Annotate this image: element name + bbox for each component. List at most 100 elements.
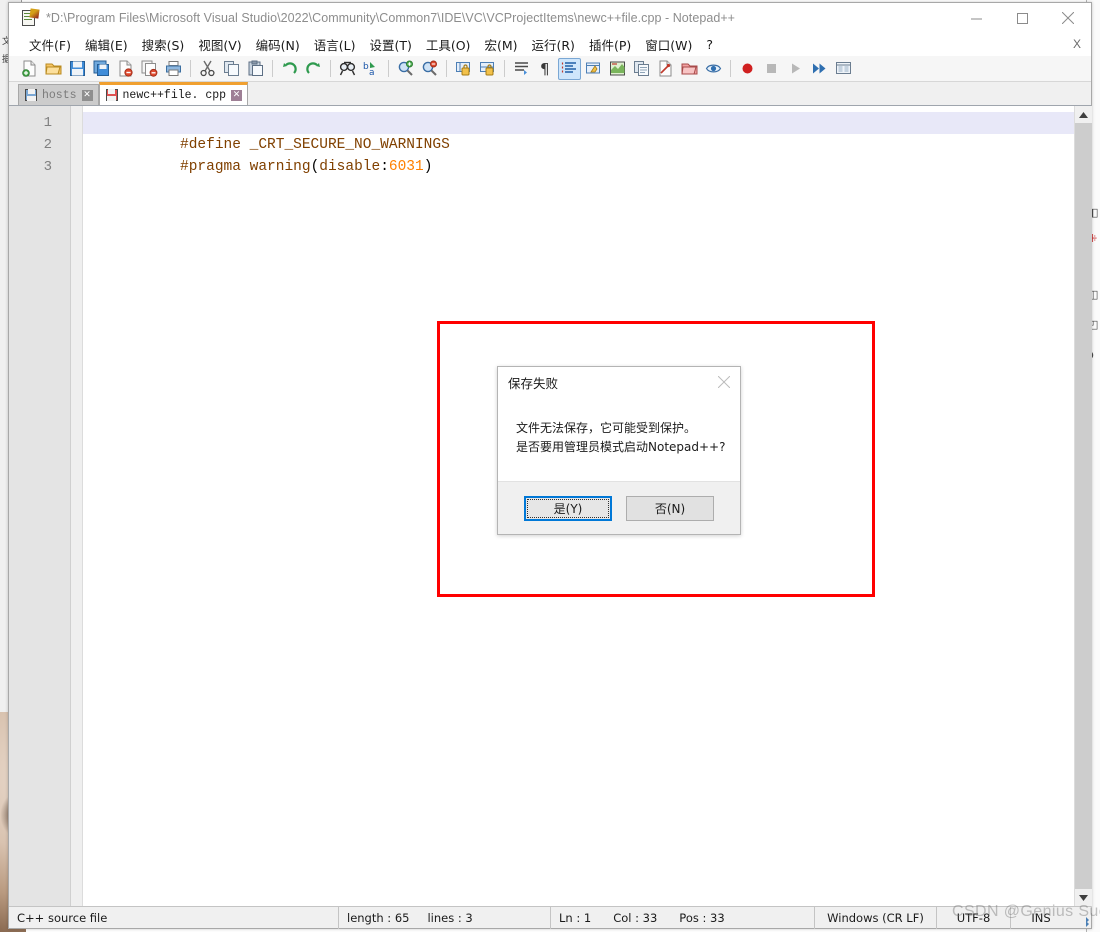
cut-icon[interactable]: [196, 58, 219, 80]
dialog-button-row: 是(Y) 否(N): [498, 481, 740, 534]
monitor-icon[interactable]: [702, 58, 725, 80]
play-multiple-icon[interactable]: [808, 58, 831, 80]
menu-bar: 文件(F) 编辑(E) 搜索(S) 视图(V) 编码(N) 语言(L) 设置(T…: [9, 33, 1091, 56]
close-document-button[interactable]: X: [1073, 37, 1081, 51]
toolbar-separator: [388, 60, 389, 77]
menu-file[interactable]: 文件(F): [22, 33, 78, 56]
zoom-out-icon[interactable]: [418, 58, 441, 80]
save-failed-dialog: 保存失败 文件无法保存，它可能受到保护。 是否要用管理员模式启动Notepad+…: [497, 366, 741, 535]
menu-window[interactable]: 窗口(W): [638, 33, 699, 56]
word-wrap-icon[interactable]: [510, 58, 533, 80]
line-number: 3: [43, 159, 52, 175]
find-icon[interactable]: [336, 58, 359, 80]
code-token: disable: [319, 159, 381, 175]
open-file-icon[interactable]: [42, 58, 65, 80]
tab-close-icon[interactable]: ✕: [81, 89, 93, 101]
document-list-icon[interactable]: [630, 58, 653, 80]
status-eol-format[interactable]: Windows (CR LF): [815, 906, 937, 929]
menu-tools[interactable]: 工具(O): [419, 33, 478, 56]
menu-encoding[interactable]: 编码(N): [249, 33, 307, 56]
tab-close-icon[interactable]: ✕: [231, 89, 243, 101]
window-title: *D:\Program Files\Microsoft Visual Studi…: [46, 11, 736, 25]
tab-newcppfile[interactable]: newc++file. cpp ✕: [98, 82, 249, 105]
print-icon[interactable]: [162, 58, 185, 80]
toolbar-separator: [446, 60, 447, 77]
status-lines: lines : 3: [427, 910, 473, 925]
save-macro-icon[interactable]: [832, 58, 855, 80]
maximize-icon[interactable]: [999, 3, 1045, 33]
tab-hosts[interactable]: hosts ✕: [18, 84, 99, 105]
paste-icon[interactable]: [244, 58, 267, 80]
yes-button-label: 是(Y): [553, 501, 583, 516]
code-line: #define _CRT_SECURE_NO_WARNINGS: [83, 112, 1074, 153]
close-file-icon[interactable]: [114, 58, 137, 80]
dialog-title: 保存失败: [508, 375, 559, 391]
fold-margin[interactable]: [71, 106, 83, 906]
line-number-gutter: 1 2 3: [9, 106, 71, 906]
menu-settings[interactable]: 设置(T): [362, 33, 418, 56]
dialog-message-line: 是否要用管理员模式启动Notepad++?: [516, 440, 726, 454]
menu-run[interactable]: 运行(R): [524, 33, 581, 56]
toolbar: ba ¶: [9, 56, 1091, 82]
scroll-down-arrow-icon[interactable]: [1074, 889, 1092, 906]
menu-plugins[interactable]: 插件(P): [582, 33, 638, 56]
window-controls: [953, 3, 1091, 33]
line-number: 2: [43, 137, 52, 153]
close-icon[interactable]: [1045, 3, 1091, 33]
status-bar: C++ source file length : 65 lines : 3 Ln…: [9, 906, 1091, 929]
scroll-up-arrow-icon[interactable]: [1074, 106, 1092, 123]
dialog-title-bar: 保存失败: [498, 367, 740, 397]
save-icon[interactable]: [66, 58, 89, 80]
code-token: ): [423, 159, 433, 175]
menu-edit[interactable]: 编辑(E): [78, 33, 135, 56]
save-all-icon[interactable]: [90, 58, 113, 80]
notepad-plus-plus-icon: [21, 7, 40, 27]
scrollbar-thumb[interactable]: [1074, 123, 1092, 913]
redo-icon[interactable]: [302, 58, 325, 80]
function-list-icon[interactable]: [654, 58, 677, 80]
resize-grip-icon[interactable]: [1075, 913, 1089, 927]
code-token: 6031: [388, 159, 424, 175]
status-file-type: C++ source file: [9, 906, 339, 929]
sync-vertical-icon[interactable]: [452, 58, 475, 80]
sync-horizontal-icon[interactable]: [476, 58, 499, 80]
dialog-message: 文件无法保存，它可能受到保护。 是否要用管理员模式启动Notepad++?: [498, 397, 740, 481]
close-all-icon[interactable]: [138, 58, 161, 80]
indent-guide-icon[interactable]: [558, 57, 581, 80]
new-file-icon[interactable]: [18, 58, 41, 80]
minimize-icon[interactable]: [953, 3, 999, 33]
close-icon[interactable]: [708, 367, 740, 397]
toolbar-separator: [504, 60, 505, 77]
code-token: :: [380, 159, 389, 175]
menu-language[interactable]: 语言(L): [307, 33, 363, 56]
menu-view[interactable]: 视图(V): [191, 33, 248, 56]
menu-help[interactable]: ?: [699, 35, 720, 54]
tab-label: hosts: [42, 88, 77, 102]
status-insert-mode[interactable]: INS: [1011, 907, 1071, 929]
user-defined-language-icon[interactable]: [582, 58, 605, 80]
show-all-chars-icon[interactable]: ¶: [534, 58, 557, 80]
folder-as-workspace-icon[interactable]: [678, 58, 701, 80]
menu-macro[interactable]: 宏(M): [477, 33, 524, 56]
zoom-in-icon[interactable]: [394, 58, 417, 80]
status-caret-position: Ln : 1 Col : 33 Pos : 33: [551, 906, 815, 929]
yes-button[interactable]: 是(Y): [524, 495, 612, 521]
undo-icon[interactable]: [278, 58, 301, 80]
status-ln: Ln : 1: [559, 910, 592, 925]
stop-macro-icon[interactable]: [760, 58, 783, 80]
menu-search[interactable]: 搜索(S): [135, 33, 192, 56]
vertical-scrollbar[interactable]: [1074, 106, 1092, 913]
copy-icon[interactable]: [220, 58, 243, 80]
line-number: 1: [43, 115, 52, 131]
document-map-icon[interactable]: [606, 58, 629, 80]
dialog-message-line: 文件无法保存，它可能受到保护。: [516, 421, 697, 435]
status-col: Col : 33: [613, 910, 658, 925]
play-macro-icon[interactable]: [784, 58, 807, 80]
status-pos: Pos : 33: [679, 910, 725, 925]
no-button[interactable]: 否(N): [626, 495, 714, 521]
code-token: warning: [240, 159, 311, 175]
desktop-background: 文 据 ◧ ⁜ ◫ ◰ ◗ *D:\Program Files\Microsof…: [0, 0, 1100, 932]
status-encoding[interactable]: UTF-8: [937, 906, 1011, 929]
record-macro-icon[interactable]: [736, 58, 759, 80]
replace-icon[interactable]: ba: [360, 58, 383, 80]
